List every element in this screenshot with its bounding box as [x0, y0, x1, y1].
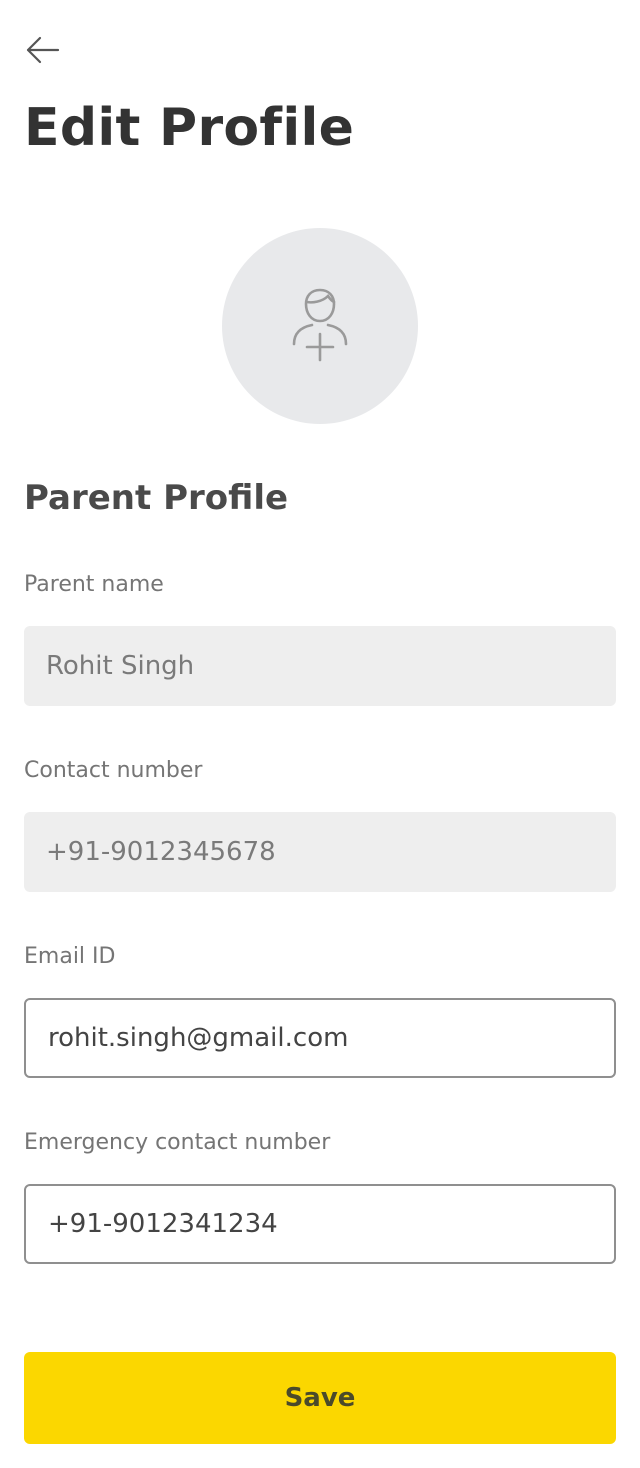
arrow-left-icon — [24, 35, 60, 69]
parent-name-label: Parent name — [24, 572, 164, 597]
email-field[interactable] — [24, 998, 616, 1078]
contact-number-field — [24, 812, 616, 892]
emergency-contact-label: Emergency contact number — [24, 1130, 331, 1155]
save-button[interactable]: Save — [24, 1352, 616, 1444]
page-title: Edit Profile — [24, 98, 355, 158]
avatar-upload-button[interactable] — [222, 228, 418, 424]
section-title: Parent Profile — [24, 478, 289, 518]
parent-name-field — [24, 626, 616, 706]
contact-number-label: Contact number — [24, 758, 203, 783]
email-label: Email ID — [24, 944, 116, 969]
emergency-contact-field[interactable] — [24, 1184, 616, 1264]
add-user-icon — [290, 286, 350, 366]
back-button[interactable] — [24, 32, 64, 72]
